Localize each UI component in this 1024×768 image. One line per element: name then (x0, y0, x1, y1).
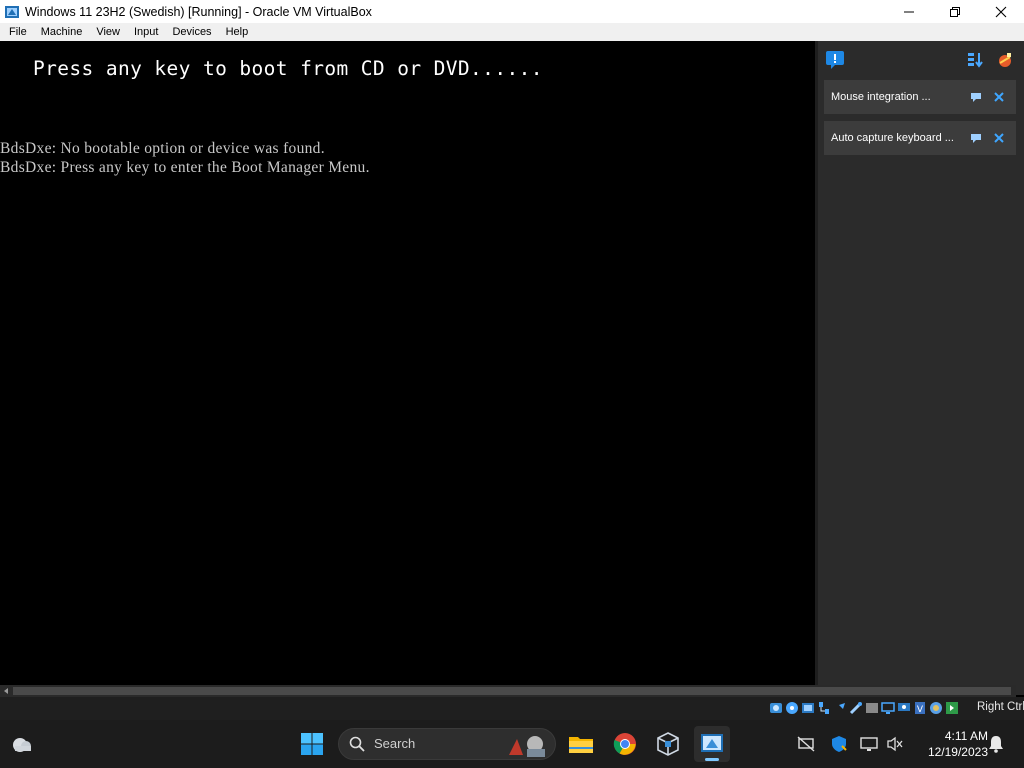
sort-icon (968, 53, 983, 68)
menu-machine[interactable]: Machine (36, 23, 88, 41)
taskbar-search-box[interactable]: Search (338, 728, 556, 760)
folder-icon (569, 737, 593, 753)
sort-notifications-button[interactable] (964, 49, 986, 71)
close-icon (995, 6, 1007, 17)
search-placeholder: Search (374, 736, 416, 751)
speech-bubble-icon (826, 51, 844, 69)
vm-display[interactable]: Press any key to boot from CD or DVD....… (0, 41, 815, 685)
display-tray-icon[interactable] (860, 735, 878, 753)
weather-widget-button[interactable] (10, 733, 34, 755)
notification-center-panel: Mouse integration ... Auto capture keybo… (815, 41, 1024, 695)
window-title: Windows 11 23H2 (Swedish) [Running] - Or… (25, 4, 372, 19)
keep-notification-button[interactable] (969, 90, 983, 104)
maximize-button[interactable] (932, 0, 978, 23)
recording-icon[interactable] (896, 700, 911, 716)
minimize-icon (904, 11, 914, 12)
notification-item[interactable]: Mouse integration ... (824, 80, 1016, 114)
menu-file[interactable]: File (4, 23, 32, 41)
close-icon (994, 92, 1004, 102)
host-key-label[interactable]: Right Ctrl (977, 701, 1024, 713)
keep-notification-button[interactable] (969, 131, 983, 145)
ignore-notifications-button[interactable] (994, 49, 1016, 71)
clock-time: 4:11 AM (944, 729, 988, 743)
menu-input[interactable]: Input (129, 23, 163, 41)
search-icon (349, 736, 365, 752)
shared-folders-icon[interactable] (848, 700, 863, 716)
hard-disk-icon[interactable] (768, 700, 783, 716)
vt-x-icon[interactable]: V (912, 700, 927, 716)
notification-item[interactable]: Auto capture keyboard ... (824, 121, 1016, 155)
boot-message-line: BdsDxe: Press any key to enter the Boot … (0, 159, 370, 176)
windows-logo-icon (301, 733, 323, 755)
keep-icon (971, 134, 981, 143)
virtual-machine-icon (701, 734, 723, 752)
scroll-left-button[interactable] (0, 685, 12, 697)
boot-message-line: BdsDxe: No bootable option or device was… (0, 140, 325, 157)
close-button[interactable] (978, 0, 1024, 23)
notification-text: Auto capture keyboard ... (831, 132, 954, 144)
boot-prompt-text: Press any key to boot from CD or DVD....… (33, 57, 543, 80)
notification-center-toolbar (818, 41, 1024, 79)
horizontal-scrollbar[interactable] (0, 685, 1016, 697)
scrollbar-thumb[interactable] (13, 687, 1011, 695)
dismiss-notification-button[interactable] (991, 89, 1007, 105)
optical-drive-icon[interactable] (784, 700, 799, 716)
speaker-muted-icon[interactable] (886, 735, 904, 753)
minimize-button[interactable] (886, 0, 932, 23)
notification-center-button[interactable] (824, 49, 846, 71)
notification-bell-icon[interactable] (987, 735, 1005, 753)
menu-view[interactable]: View (91, 23, 125, 41)
chrome-icon (613, 733, 636, 755)
status-bar-indicators: V (768, 700, 959, 716)
close-icon (994, 133, 1004, 143)
taskbar-clock[interactable]: 4:11 AM 12/19/2023 (912, 728, 988, 760)
audio-icon[interactable] (800, 700, 815, 716)
virtualbox-app-icon[interactable] (4, 4, 20, 20)
status-bar: V Right Ctrl (0, 697, 1024, 720)
search-highlight-image (509, 736, 545, 757)
display-icon[interactable] (880, 700, 895, 716)
keep-icon (971, 93, 981, 102)
title-bar: Windows 11 23H2 (Swedish) [Running] - Or… (0, 0, 1024, 23)
taskbar-app-file-explorer[interactable] (563, 726, 599, 762)
cloud-icon (13, 738, 31, 752)
clock-date: 12/19/2023 (927, 745, 988, 759)
menu-devices[interactable]: Devices (167, 23, 216, 41)
menu-help[interactable]: Help (221, 23, 254, 41)
taskbar-app-virtualbox-vm[interactable] (694, 726, 730, 762)
menu-bar: File Machine View Input Devices Help (0, 23, 1024, 41)
windows-security-icon[interactable] (830, 735, 848, 753)
network-disconnected-icon[interactable] (797, 735, 815, 753)
guest-additions-icon[interactable] (928, 700, 943, 716)
taskbar-app-chrome[interactable] (607, 726, 643, 762)
usb-icon[interactable] (832, 700, 847, 716)
dismiss-notification-button[interactable] (991, 130, 1007, 146)
virtualbox-cube-icon (657, 732, 679, 756)
taskbar-app-virtualbox-manager[interactable] (650, 726, 686, 762)
active-app-indicator (705, 758, 719, 761)
network-icon[interactable] (816, 700, 831, 716)
broom-icon (999, 53, 1011, 67)
restore-icon (950, 6, 960, 17)
start-button[interactable] (300, 732, 324, 756)
mouse-integration-icon[interactable] (944, 700, 959, 716)
chevron-left-icon (4, 688, 8, 694)
capture-icon[interactable] (864, 700, 879, 716)
windows-taskbar: Search 4:11 AM 12/19/2023 (0, 720, 1024, 768)
notification-text: Mouse integration ... (831, 91, 931, 103)
svg-text:V: V (916, 705, 923, 715)
